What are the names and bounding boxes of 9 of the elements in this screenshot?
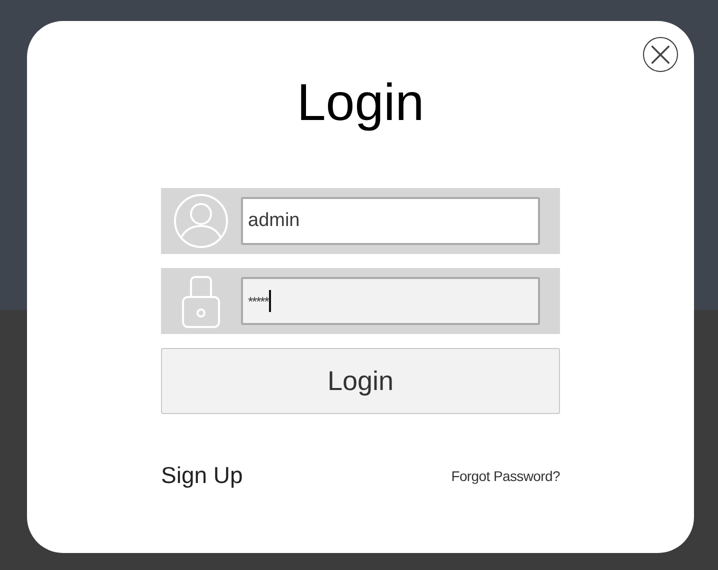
login-button[interactable]: Login [161, 348, 560, 414]
close-button[interactable]: × [643, 37, 678, 72]
padlock-icon [181, 273, 221, 329]
forgot-password-link[interactable]: Forgot Password? [451, 468, 560, 484]
input-field[interactable]: admin [241, 197, 540, 245]
user-icon [173, 193, 229, 249]
input-field[interactable]: ***** [241, 277, 540, 325]
dialog-title: Login [296, 73, 426, 133]
sign-up-link[interactable]: Sign Up [161, 462, 243, 489]
